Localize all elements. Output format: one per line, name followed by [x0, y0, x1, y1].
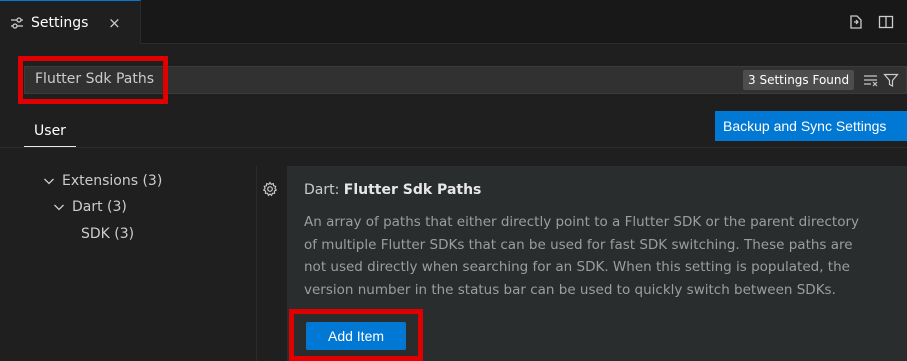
gear-icon[interactable] — [262, 181, 278, 197]
add-item-button[interactable]: Add Item — [306, 322, 406, 350]
chevron-down-icon — [42, 174, 56, 188]
tab-title: Settings — [31, 14, 89, 31]
toc-item-extensions[interactable]: Extensions (3) — [42, 173, 162, 189]
toc-divider[interactable] — [256, 166, 257, 361]
toc-item-sdk[interactable]: SDK (3) — [81, 226, 134, 242]
editor-actions — [847, 0, 907, 44]
open-settings-json-icon[interactable] — [847, 13, 865, 31]
setting-description: An array of paths that either directly p… — [304, 211, 904, 301]
setting-key: Flutter Sdk Paths — [343, 182, 482, 198]
description-line: version number in the status bar can be … — [304, 281, 836, 298]
close-tab-icon[interactable]: × — [106, 14, 122, 32]
results-count-badge: 3 Settings Found — [743, 70, 855, 90]
filter-icon[interactable] — [883, 72, 899, 88]
header-divider — [0, 147, 907, 148]
toc-label: Extensions (3) — [62, 173, 163, 189]
setting-category: Dart: — [304, 182, 344, 198]
setting-title: Dart: Flutter Sdk Paths — [304, 182, 481, 198]
settings-sliders-icon — [10, 16, 24, 30]
clear-filter-icon[interactable] — [863, 72, 879, 88]
chevron-down-icon — [52, 200, 66, 214]
description-line: not used directly when searching for an … — [304, 259, 850, 275]
backup-and-sync-button[interactable]: Backup and Sync Settings — [715, 111, 907, 141]
split-editor-icon[interactable] — [877, 13, 895, 31]
editor-tab-bar: Settings × — [0, 0, 907, 44]
toc-label: Dart (3) — [72, 199, 127, 215]
tab-user[interactable]: User — [24, 115, 76, 147]
description-line: An array of paths that either directly p… — [304, 214, 860, 230]
toc-label: SDK (3) — [81, 226, 135, 242]
description-line: of multiple Flutter SDKs that can be use… — [304, 236, 853, 253]
settings-search-box[interactable]: Flutter Sdk Paths 3 Settings Found — [24, 66, 907, 94]
toc-item-dart[interactable]: Dart (3) — [52, 199, 127, 215]
search-input[interactable]: Flutter Sdk Paths — [35, 71, 154, 87]
settings-tab[interactable]: Settings × — [0, 0, 141, 44]
